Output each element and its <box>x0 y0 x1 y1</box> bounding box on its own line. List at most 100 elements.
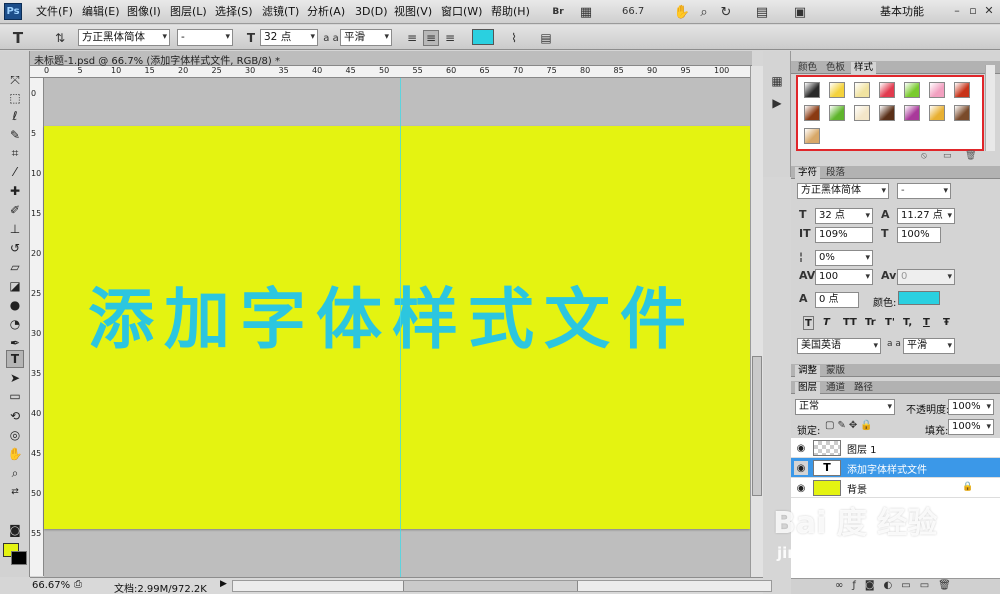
align-center-icon[interactable]: ≡ <box>423 30 439 46</box>
menu-image[interactable]: 图像(I) <box>127 4 161 20</box>
char-leading-select[interactable]: 11.27 点 <box>897 208 955 224</box>
screen-mode-icon[interactable]: ▣ <box>790 2 810 22</box>
small-caps-button[interactable]: Tr <box>865 316 876 330</box>
opacity-input[interactable]: 100% <box>948 399 994 415</box>
style-swatch[interactable] <box>829 105 845 121</box>
layer-row-text[interactable]: ◉ T 添加字体样式文件 <box>791 458 1000 478</box>
status-menu-arrow-icon[interactable]: ▶ <box>220 579 227 589</box>
move-tool-icon[interactable]: ⤧ <box>6 71 24 89</box>
style-swatch[interactable] <box>929 82 945 98</box>
tab-channels[interactable]: 通道 <box>823 382 848 394</box>
layer-row-layer1[interactable]: ◉ 图层 1 <box>791 438 1000 458</box>
mini-bridge-icon[interactable]: ▦ <box>576 2 596 22</box>
menu-view[interactable]: 视图(V) <box>394 4 432 20</box>
quick-mask-icon[interactable]: ◙ <box>6 521 24 539</box>
strikethrough-button[interactable]: Ŧ <box>943 316 950 330</box>
blur-tool-icon[interactable]: ● <box>6 296 24 314</box>
faux-bold-button[interactable]: T <box>803 316 814 330</box>
status-export-icon[interactable]: ⎙ <box>74 579 82 590</box>
dodge-tool-icon[interactable]: ◔ <box>6 315 24 333</box>
style-swatch[interactable] <box>854 82 870 98</box>
menu-3d[interactable]: 3D(D) <box>355 4 388 20</box>
warp-text-icon[interactable]: ⌇ <box>506 30 522 46</box>
status-zoom[interactable]: 66.67% <box>32 580 70 591</box>
rectangle-tool-icon[interactable]: ▭ <box>6 387 24 405</box>
font-family-select[interactable]: 方正黑体简体 <box>78 29 170 46</box>
menu-select[interactable]: 选择(S) <box>215 4 253 20</box>
fill-input[interactable]: 100% <box>948 419 994 435</box>
antialias-select[interactable]: 平滑 <box>340 29 392 46</box>
menu-window[interactable]: 窗口(W) <box>441 4 482 20</box>
visibility-eye-icon[interactable]: ◉ <box>794 481 808 495</box>
align-left-icon[interactable]: ≡ <box>404 30 420 46</box>
arrange-documents-icon[interactable]: ▤ <box>752 2 772 22</box>
char-antialias-select[interactable]: 平滑 <box>903 338 955 354</box>
tab-color[interactable]: 颜色 <box>795 62 820 74</box>
maximize-icon[interactable]: ▫ <box>966 3 980 19</box>
char-kerning-select[interactable]: 0 <box>897 269 955 285</box>
actions-panel-icon[interactable]: ▶ <box>769 95 785 111</box>
zoom-tool-icon[interactable]: ⌕ <box>6 464 24 482</box>
style-swatch[interactable] <box>879 105 895 121</box>
hand-tool-icon[interactable]: ✋ <box>672 2 692 22</box>
3d-orbit-tool-icon[interactable]: ◎ <box>6 426 24 444</box>
marquee-tool-icon[interactable]: ⬚ <box>6 89 24 107</box>
canvas-workarea[interactable]: 添加字体样式文件 <box>44 78 750 577</box>
brush-tool-icon[interactable]: ✐ <box>6 201 24 219</box>
canvas-text-layer[interactable]: 添加字体样式文件 <box>88 266 728 362</box>
style-swatch[interactable] <box>904 105 920 121</box>
style-swatch[interactable] <box>804 82 820 98</box>
horizontal-scroll-thumb[interactable] <box>403 581 578 591</box>
visibility-eye-icon[interactable]: ◉ <box>794 441 808 455</box>
style-swatch[interactable] <box>804 105 820 121</box>
char-font-family-select[interactable]: 方正黑体简体 <box>797 183 889 199</box>
all-caps-button[interactable]: TT <box>843 316 857 330</box>
style-swatch[interactable] <box>854 105 870 121</box>
3d-rotate-tool-icon[interactable]: ⟲ <box>6 407 24 425</box>
eraser-tool-icon[interactable]: ▱ <box>6 258 24 276</box>
superscript-button[interactable]: T' <box>885 316 895 330</box>
text-tool-preset-icon[interactable]: T <box>10 29 26 47</box>
close-icon[interactable]: ✕ <box>982 3 996 19</box>
blend-mode-select[interactable]: 正常 <box>795 399 895 415</box>
path-select-tool-icon[interactable]: ➤ <box>6 369 24 387</box>
style-swatch[interactable] <box>954 82 970 98</box>
tab-masks[interactable]: 蒙版 <box>823 365 848 377</box>
history-panel-icon[interactable]: ▦ <box>769 73 785 89</box>
underline-button[interactable]: T <box>923 316 930 330</box>
style-swatch[interactable] <box>804 128 820 144</box>
zoom-level[interactable]: 66.7 <box>618 3 662 20</box>
styles-scrollbar[interactable] <box>985 65 995 151</box>
text-orientation-icon[interactable]: ⇅ <box>52 30 68 46</box>
workspace-switcher[interactable]: 基本功能 <box>880 4 924 20</box>
style-swatch[interactable] <box>904 82 920 98</box>
tab-styles[interactable]: 样式 <box>851 62 877 74</box>
menu-edit[interactable]: 编辑(E) <box>82 4 120 20</box>
visibility-eye-icon[interactable]: ◉ <box>794 461 808 475</box>
tab-adjustments[interactable]: 调整 <box>795 365 821 377</box>
char-tracking-select[interactable]: 100 <box>815 269 873 285</box>
menu-layer[interactable]: 图层(L) <box>170 4 207 20</box>
vertical-scrollbar[interactable] <box>750 66 763 577</box>
text-color-swatch[interactable] <box>472 29 494 45</box>
char-font-style-select[interactable]: - <box>897 183 951 199</box>
layer-row-background[interactable]: ◉ 背景 🔒 <box>791 478 1000 498</box>
clear-style-icon[interactable]: ⦸ <box>921 151 927 161</box>
font-style-select[interactable]: - <box>177 29 233 46</box>
tab-character[interactable]: 字符 <box>795 167 821 179</box>
document-tab[interactable]: 未标题-1.psd @ 66.7% (添加字体样式文件, RGB/8) * <box>30 51 752 67</box>
tab-paths[interactable]: 路径 <box>851 382 876 394</box>
char-color-swatch[interactable] <box>898 291 940 305</box>
lock-icons[interactable]: ▢✎✥🔒 <box>825 420 876 431</box>
quick-select-tool-icon[interactable]: ✎ <box>6 126 24 144</box>
style-swatch[interactable] <box>929 105 945 121</box>
gradient-tool-icon[interactable]: ◪ <box>6 277 24 295</box>
new-style-icon[interactable]: ▭ <box>943 151 952 161</box>
menu-help[interactable]: 帮助(H) <box>491 4 530 20</box>
rotate-view-icon[interactable]: ↻ <box>716 2 736 22</box>
tab-paragraph[interactable]: 段落 <box>823 167 848 179</box>
eyedropper-tool-icon[interactable]: ⁄ <box>6 163 24 181</box>
menu-analysis[interactable]: 分析(A) <box>307 4 345 20</box>
char-ratio-select[interactable]: 0% <box>815 250 873 266</box>
background-color-swatch[interactable] <box>11 551 27 565</box>
